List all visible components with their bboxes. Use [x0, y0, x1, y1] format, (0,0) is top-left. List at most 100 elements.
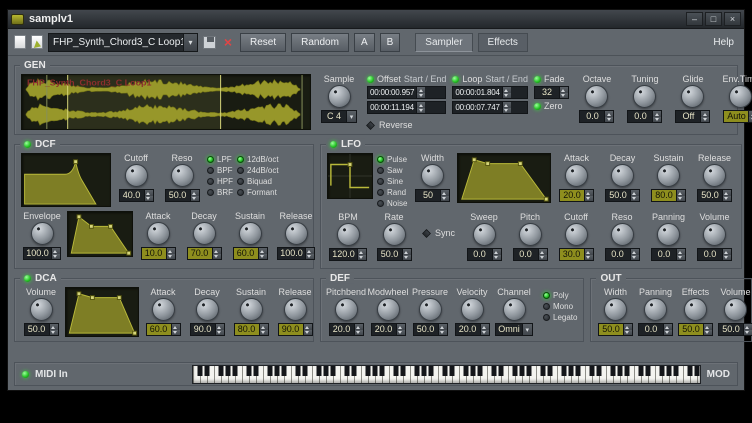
radio-24db[interactable]: 24dB/oct [237, 166, 279, 175]
offset-start-field[interactable]: 00:00:00.957 [367, 86, 446, 99]
spinner-buttons[interactable] [584, 190, 593, 201]
knob-dial[interactable] [724, 298, 747, 321]
knob-spinbox[interactable]: 60.0 [233, 247, 268, 260]
random-button[interactable]: Random [291, 33, 349, 52]
knob-dial[interactable] [196, 298, 219, 321]
spin-down-icon[interactable] [145, 196, 153, 202]
spin-down-icon[interactable] [653, 117, 661, 123]
spinner-buttons[interactable] [676, 249, 685, 260]
offset-led[interactable] [367, 76, 374, 83]
spinner-buttons[interactable] [559, 87, 568, 98]
new-preset-icon[interactable] [14, 35, 26, 49]
knob-dial[interactable] [657, 164, 680, 187]
spinner-buttons[interactable] [722, 190, 731, 201]
dropdown-arrow-icon[interactable]: ▾ [183, 34, 197, 51]
envelope-node[interactable] [117, 296, 121, 300]
spinner-buttons[interactable] [166, 248, 175, 259]
knob-spinbox[interactable]: 90.0 [190, 323, 225, 336]
loop-start-field[interactable]: 00:00:01.804 [452, 86, 528, 99]
spin-down-icon[interactable] [493, 255, 501, 261]
spin-down-icon[interactable] [631, 196, 639, 202]
spinner-buttons[interactable] [743, 324, 752, 335]
dca-envelope-display[interactable] [65, 287, 139, 337]
knob-dial[interactable] [152, 298, 175, 321]
knob-dial[interactable] [681, 85, 704, 108]
knob-spinbox[interactable]: 50.0 [24, 323, 59, 336]
knob-spinbox[interactable]: 20.0 [559, 189, 594, 202]
knob-dial[interactable] [703, 164, 726, 187]
knob-dial[interactable] [193, 222, 216, 245]
knob-dial[interactable] [657, 223, 680, 246]
spin-down-icon[interactable] [503, 108, 511, 114]
radio-poly[interactable]: Poly [543, 291, 577, 300]
knob-dial[interactable] [729, 85, 752, 108]
knob-spinbox[interactable]: 50.0 [413, 323, 448, 336]
knob-spinbox[interactable]: 0.0 [605, 248, 640, 261]
envelope-node[interactable] [77, 292, 81, 296]
spin-down-icon[interactable] [585, 255, 593, 261]
knob-dial[interactable] [328, 85, 351, 108]
preset-combo[interactable]: FHP_Synth_Chord3_C Loop1 ▾ [48, 33, 198, 52]
knob-spinbox[interactable]: 120.0 [329, 248, 367, 261]
knob-spinbox[interactable]: Off [675, 110, 710, 123]
lfo-envelope-display[interactable] [457, 153, 551, 203]
save-preset-icon[interactable] [203, 36, 216, 49]
spin-down-icon[interactable] [723, 196, 731, 202]
dcf-envelope-display[interactable] [67, 211, 133, 257]
lfo-wave-display[interactable] [327, 153, 373, 199]
radio-hpf[interactable]: HPF [207, 177, 233, 186]
spin-down-icon[interactable] [631, 255, 639, 261]
compare-b-button[interactable]: B [380, 33, 401, 52]
radio-noise[interactable]: Noise [377, 199, 407, 208]
tab-sampler[interactable]: Sampler [415, 33, 472, 52]
dcf-filter-display[interactable] [21, 153, 111, 207]
radio-formant[interactable]: Formant [237, 188, 279, 197]
spin-down-icon[interactable] [355, 330, 363, 336]
radio-biquad[interactable]: Biquad [237, 177, 279, 186]
knob-dial[interactable] [383, 223, 406, 246]
spinner-buttons[interactable] [604, 111, 613, 122]
spinner-buttons[interactable] [396, 324, 405, 335]
knob-dial[interactable] [240, 298, 263, 321]
envelope-node[interactable] [109, 224, 113, 228]
knob-spinbox[interactable]: 50.0 [718, 323, 752, 336]
envelope-node[interactable] [90, 296, 94, 300]
knob-spinbox[interactable]: 0.0 [513, 248, 548, 261]
titlebar[interactable]: samplv1 – □ × [8, 10, 744, 29]
spin-down-icon[interactable] [664, 330, 672, 336]
knob-dial[interactable] [30, 298, 53, 321]
delete-preset-icon[interactable]: × [221, 35, 235, 49]
fade-field[interactable]: 32 [534, 86, 569, 99]
midi-keyboard[interactable] [192, 365, 701, 384]
reverse-checkbox[interactable]: Reverse [367, 120, 446, 130]
radio-12db[interactable]: 12dB/oct [237, 155, 279, 164]
spinner-buttons[interactable] [722, 249, 731, 260]
cutoff-node[interactable] [74, 160, 78, 164]
sample-waveform-display[interactable]: FHP_Synth_Chord3_C Loop1 [21, 74, 311, 130]
loop-led[interactable] [452, 76, 459, 83]
spin-down-icon[interactable] [172, 330, 180, 336]
spinner-buttons[interactable] [354, 324, 363, 335]
loop-end-field[interactable]: 00:00:07.747 [452, 101, 528, 114]
tab-effects[interactable]: Effects [478, 33, 528, 52]
knob-spinbox[interactable]: 20.0 [371, 323, 406, 336]
knob-dial[interactable] [335, 298, 358, 321]
knob-dial[interactable] [285, 222, 308, 245]
spinner-buttons[interactable] [402, 249, 411, 260]
spin-down-icon[interactable] [167, 254, 175, 260]
spinner-buttons[interactable] [652, 111, 661, 122]
spin-down-icon[interactable] [306, 254, 314, 260]
knob-spinbox[interactable]: 0.0 [579, 110, 614, 123]
spinner-buttons[interactable] [438, 324, 447, 335]
envelope-node[interactable] [519, 162, 523, 166]
spinner-buttons[interactable] [357, 249, 366, 260]
spin-down-icon[interactable] [441, 196, 449, 202]
knob-dial[interactable] [633, 85, 656, 108]
spinner-buttons[interactable] [502, 102, 511, 113]
dropdown-arrow-icon[interactable]: ▾ [522, 324, 532, 335]
knob-spinbox[interactable]: 0.0 [638, 323, 673, 336]
knob-spinbox[interactable]: 40.0 [119, 189, 154, 202]
knob-spinbox[interactable]: 0.0 [467, 248, 502, 261]
radio-bpf[interactable]: BPF [207, 166, 233, 175]
knob-dial[interactable] [473, 223, 496, 246]
